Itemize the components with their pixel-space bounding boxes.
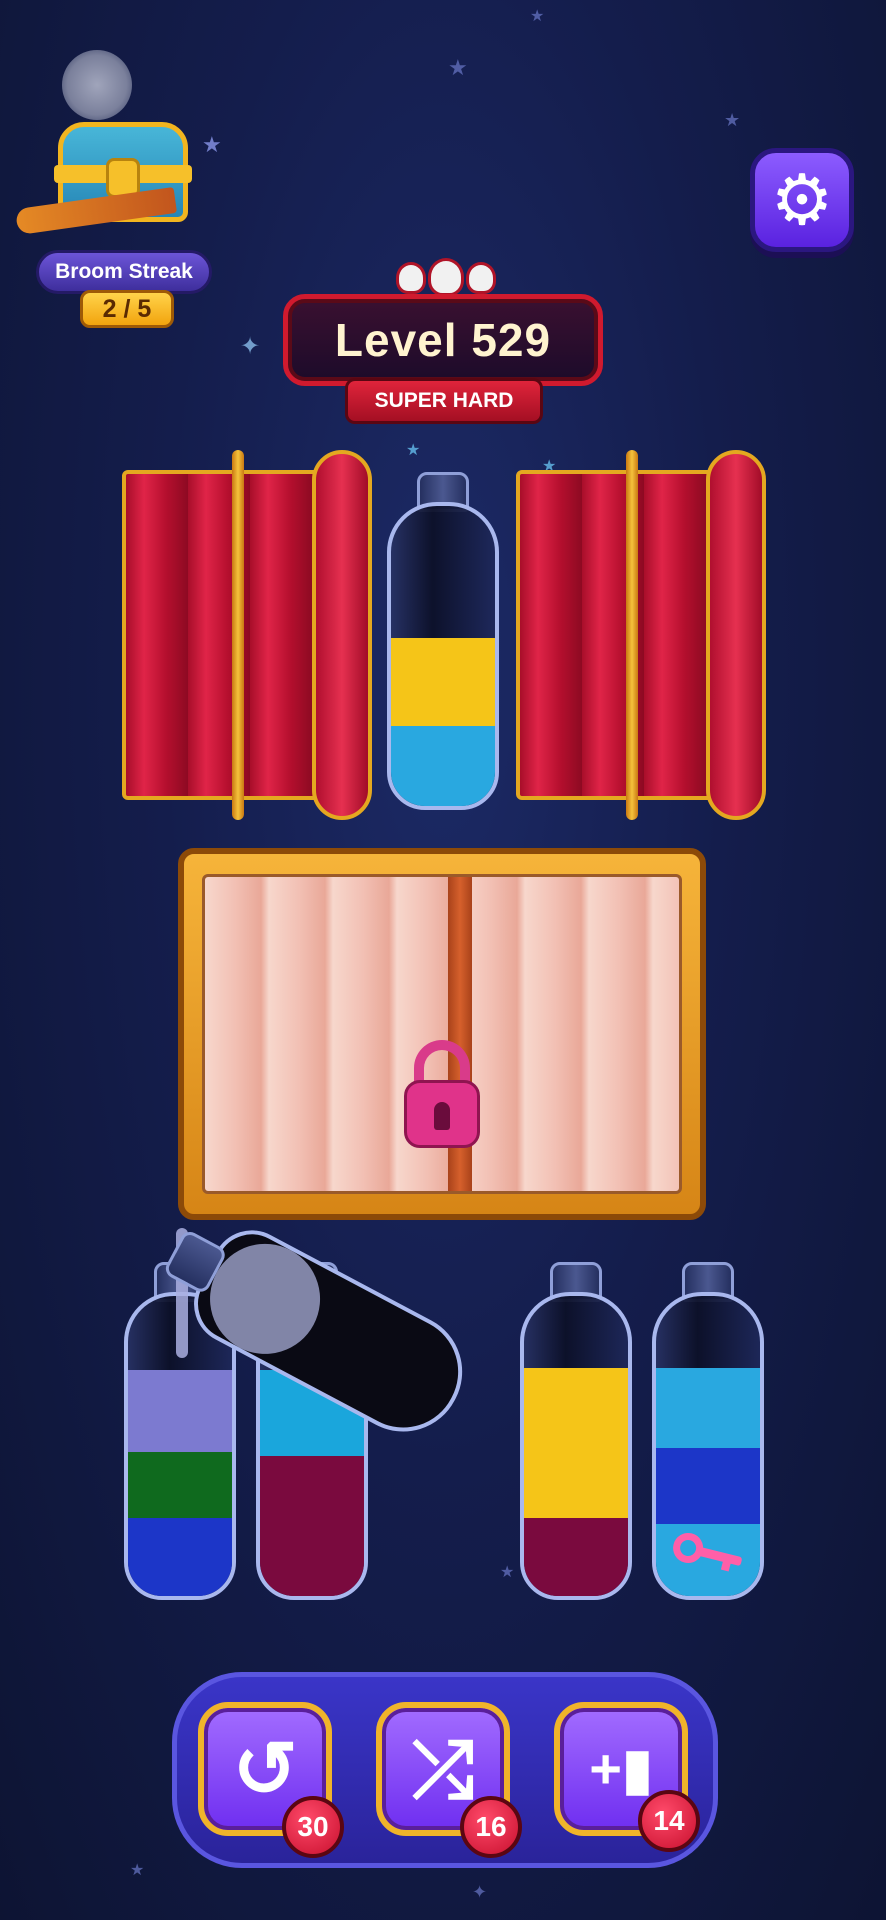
- skull-icon: [396, 262, 426, 294]
- difficulty-skulls: [396, 258, 496, 298]
- liquid-layer: [391, 638, 495, 726]
- liquid-layer: [128, 1452, 232, 1518]
- liquid-layer: [524, 1368, 628, 1444]
- padlock-icon: [404, 1040, 480, 1148]
- star-decoration: ★: [500, 1564, 515, 1581]
- star-decoration: ✦: [240, 333, 261, 360]
- liquid-layer: [656, 1368, 760, 1448]
- star-decoration: ★: [448, 55, 468, 80]
- key-tooth: [720, 1557, 732, 1572]
- curtain-roll: [312, 450, 372, 820]
- skull-icon: [428, 258, 464, 296]
- broom-streak-widget[interactable]: Broom Streak 2 / 5: [10, 30, 212, 328]
- broom-streak-progress: 2 / 5: [80, 290, 174, 328]
- broom-streak-label: Broom Streak: [36, 250, 212, 294]
- shuffle-count-badge: 16: [460, 1796, 522, 1858]
- liquid-layer: [656, 1448, 760, 1524]
- bottle-top-center[interactable]: [387, 472, 499, 810]
- difficulty-label: SUPER HARD: [345, 378, 543, 424]
- curtain-rod: [232, 450, 244, 820]
- undo-icon: ↺: [232, 1725, 298, 1813]
- star-decoration: ★: [530, 8, 545, 25]
- gear-icon: ⚙: [770, 161, 834, 239]
- liquid-layer: [260, 1456, 364, 1526]
- star-decoration: ★: [406, 442, 421, 459]
- bottle-body: [387, 502, 499, 810]
- liquid-layer: [260, 1526, 364, 1596]
- ghost-circle-icon: [62, 50, 132, 120]
- settings-button[interactable]: ⚙: [750, 148, 854, 252]
- liquid-layer: [524, 1444, 628, 1518]
- liquid-layer: [128, 1370, 232, 1452]
- liquid-layer: [128, 1518, 232, 1596]
- level-title: Level 529: [334, 314, 552, 366]
- bottle-bottom-3[interactable]: [520, 1262, 632, 1600]
- star-decoration: ★: [130, 1862, 145, 1879]
- add-bottle-count-badge: 14: [638, 1790, 700, 1852]
- key-shaft: [697, 1546, 743, 1567]
- curtain-roll: [706, 450, 766, 820]
- curtain-left: [122, 450, 372, 820]
- locked-crate: [178, 848, 706, 1220]
- keyhole-icon: [434, 1102, 450, 1130]
- liquid-layer: [524, 1518, 628, 1596]
- skull-icon: [466, 262, 496, 294]
- curtain-right: [516, 450, 766, 820]
- liquid-layer: [391, 726, 495, 806]
- undo-count-badge: 30: [282, 1796, 344, 1858]
- star-decoration: ✦: [472, 1882, 488, 1902]
- add-bottle-icon: +▮: [589, 1737, 653, 1800]
- level-banner: Level 529: [283, 294, 603, 386]
- star-decoration: ★: [724, 110, 741, 130]
- shuffle-icon: ⤮: [411, 1725, 475, 1813]
- bottle-body: [520, 1292, 632, 1600]
- curtain-rod: [626, 450, 638, 820]
